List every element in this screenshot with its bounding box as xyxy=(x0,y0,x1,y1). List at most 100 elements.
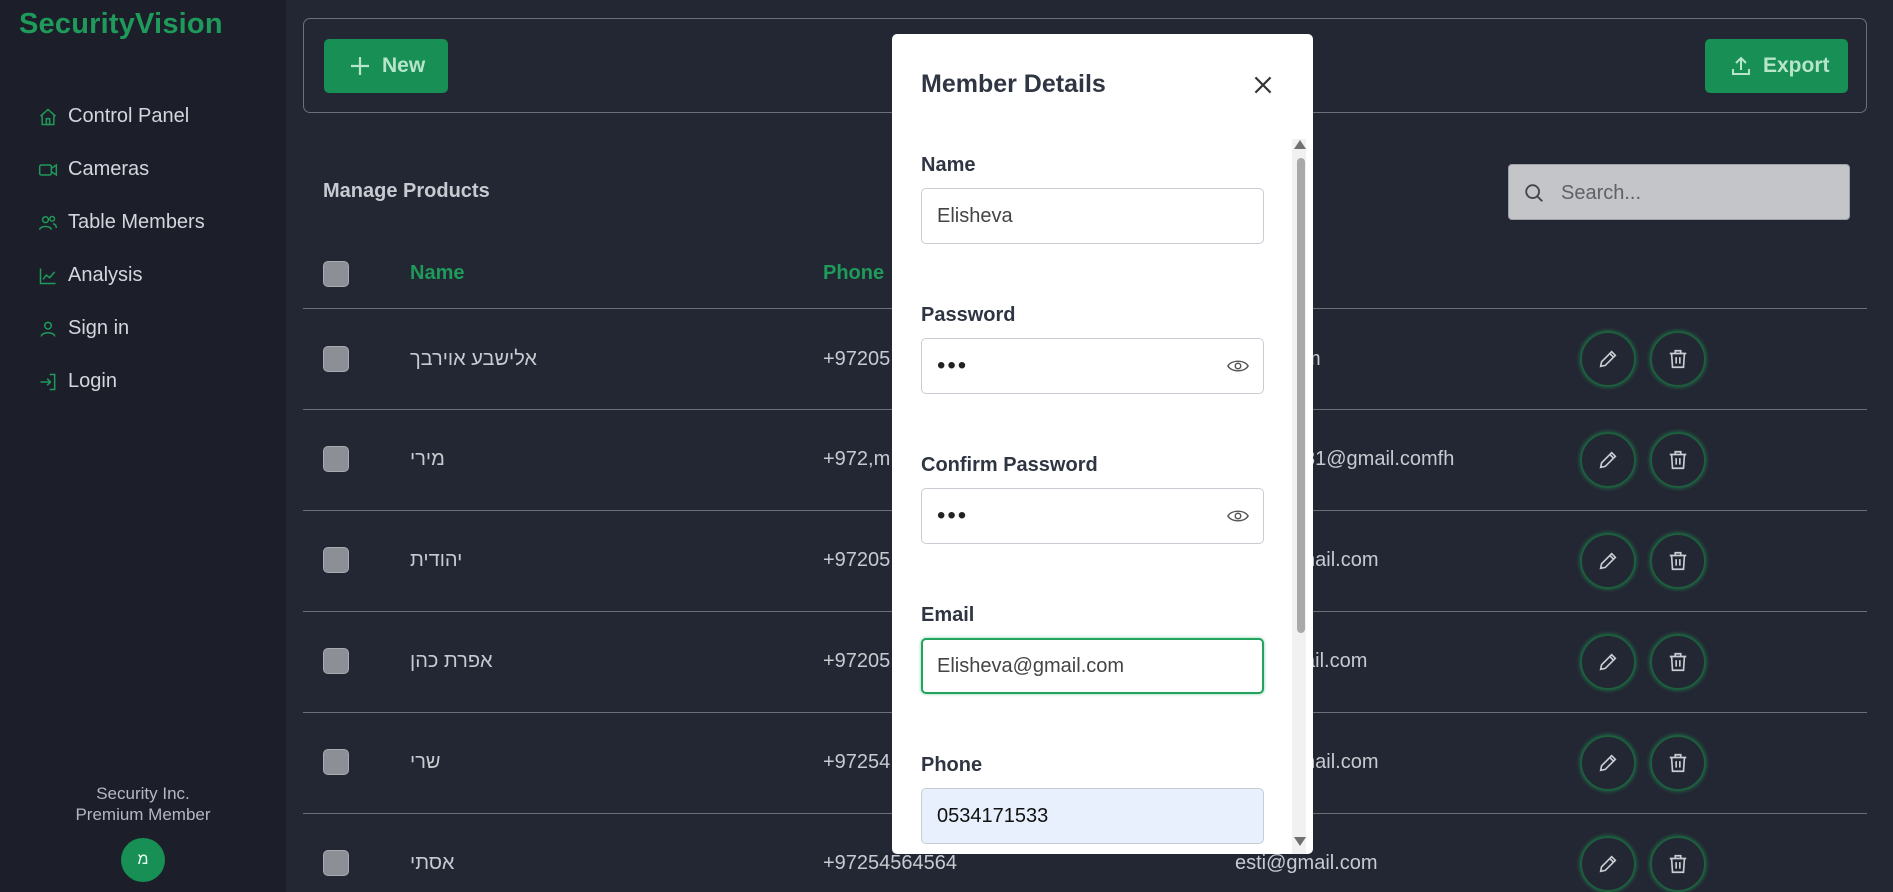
row-email: nail.com xyxy=(1304,751,1379,773)
sidebar-item-label: Analysis xyxy=(68,264,143,286)
row-name: יהודית xyxy=(410,549,463,571)
scroll-down-arrow-icon[interactable] xyxy=(1294,837,1306,846)
pencil-icon xyxy=(1599,350,1617,368)
edit-button[interactable] xyxy=(1580,735,1636,791)
email-field[interactable]: Elisheva@gmail.com xyxy=(921,638,1264,694)
edit-button[interactable] xyxy=(1580,836,1636,892)
search-box[interactable] xyxy=(1508,164,1850,220)
brand-logo[interactable]: SecurityVision xyxy=(19,8,223,41)
sidebar-item-analysis[interactable]: Analysis xyxy=(38,249,205,302)
sidebar-item-label: Table Members xyxy=(68,211,205,233)
sidebar-item-table-members[interactable]: Table Members xyxy=(38,196,205,249)
sidebar-item-sign-in[interactable]: Sign in xyxy=(38,302,205,355)
confirm-password-field[interactable]: ••• xyxy=(921,488,1264,544)
sidebar-item-control-panel[interactable]: Control Panel xyxy=(38,90,205,143)
delete-button[interactable] xyxy=(1650,836,1706,892)
row-name: שרי xyxy=(410,751,441,773)
phone-field-value: 0534171533 xyxy=(937,804,1049,827)
trash-icon xyxy=(1669,854,1687,874)
email-label: Email xyxy=(921,604,975,626)
edit-button[interactable] xyxy=(1580,634,1636,690)
password-label: Password xyxy=(921,304,1016,326)
row-phone: +97205 xyxy=(823,348,891,370)
chart-line-icon xyxy=(39,268,56,284)
search-input[interactable] xyxy=(1559,175,1843,211)
modal-title: Member Details xyxy=(921,70,1106,98)
trash-icon xyxy=(1669,753,1687,773)
name-label: Name xyxy=(921,154,976,176)
pencil-icon xyxy=(1599,855,1617,873)
trash-icon xyxy=(1669,652,1687,672)
row-checkbox[interactable] xyxy=(323,648,349,674)
pencil-icon xyxy=(1599,552,1617,570)
row-email: esti@gmail.com xyxy=(1235,852,1378,874)
name-field-value: Elisheva xyxy=(937,204,1013,227)
sidebar: SecurityVision Control Panel Cameras Tab… xyxy=(0,0,286,892)
login-icon xyxy=(40,373,56,390)
home-icon xyxy=(40,107,56,125)
sidebar-nav: Control Panel Cameras Table Members Anal… xyxy=(38,90,205,408)
delete-button[interactable] xyxy=(1650,533,1706,589)
row-checkbox[interactable] xyxy=(323,446,349,472)
row-phone: +97254564564 xyxy=(823,852,958,874)
row-name: אסתי xyxy=(410,852,455,874)
confirm-password-field-value: ••• xyxy=(937,502,969,529)
scroll-up-arrow-icon[interactable] xyxy=(1294,140,1306,149)
delete-button[interactable] xyxy=(1650,432,1706,488)
phone-label: Phone xyxy=(921,754,983,776)
plus-icon xyxy=(351,57,369,75)
confirm-password-label: Confirm Password xyxy=(921,454,1098,476)
eye-icon[interactable] xyxy=(1227,357,1249,375)
avatar[interactable]: מ xyxy=(121,838,165,882)
close-icon[interactable] xyxy=(1250,72,1276,98)
row-name: אפרת כהן xyxy=(410,650,493,672)
pencil-icon xyxy=(1599,754,1617,772)
name-field[interactable]: Elisheva xyxy=(921,188,1264,244)
row-checkbox[interactable] xyxy=(323,547,349,573)
export-button[interactable]: Export xyxy=(1705,39,1848,93)
row-email: 31@gmail.comfh xyxy=(1304,448,1455,470)
trash-icon xyxy=(1669,450,1687,470)
row-phone: +972,m xyxy=(823,448,891,470)
column-header-name[interactable]: Name xyxy=(410,262,464,285)
pencil-icon xyxy=(1599,653,1617,671)
password-field-value: ••• xyxy=(937,352,969,379)
column-header-phone[interactable]: Phone xyxy=(823,262,884,285)
search-icon xyxy=(1525,184,1543,202)
row-checkbox[interactable] xyxy=(323,346,349,372)
sidebar-item-login[interactable]: Login xyxy=(38,355,205,408)
edit-button[interactable] xyxy=(1580,432,1636,488)
sidebar-footer: Security Inc. Premium Member xyxy=(0,783,286,825)
new-button[interactable]: New xyxy=(324,39,448,93)
sidebar-item-label: Sign in xyxy=(68,317,130,339)
sidebar-item-cameras[interactable]: Cameras xyxy=(38,143,205,196)
row-checkbox[interactable] xyxy=(323,850,349,876)
eye-icon[interactable] xyxy=(1227,507,1249,525)
password-field[interactable]: ••• xyxy=(921,338,1264,394)
sidebar-item-label: Cameras xyxy=(68,158,150,180)
membership-label: Premium Member xyxy=(75,805,211,824)
trash-icon xyxy=(1669,349,1687,369)
upload-icon xyxy=(1732,56,1750,75)
select-all-checkbox[interactable] xyxy=(323,261,349,287)
delete-button[interactable] xyxy=(1650,735,1706,791)
scrollbar-thumb[interactable] xyxy=(1297,158,1305,633)
member-details-modal: Member Details Name Elisheva Password ••… xyxy=(892,34,1313,854)
edit-button[interactable] xyxy=(1580,533,1636,589)
edit-button[interactable] xyxy=(1580,331,1636,387)
row-phone: +97254 xyxy=(823,751,891,773)
row-email: ail.com xyxy=(1304,650,1368,672)
company-name: Security Inc. xyxy=(96,784,190,803)
sidebar-item-label: Control Panel xyxy=(68,105,190,127)
email-field-value: Elisheva@gmail.com xyxy=(937,654,1125,677)
row-name: מירי xyxy=(410,448,445,470)
row-name: אלישבע אוירבך xyxy=(410,348,537,370)
row-email: nail.com xyxy=(1304,549,1379,571)
row-phone: +97205 xyxy=(823,650,891,672)
page-title: Manage Products xyxy=(323,180,490,202)
sidebar-item-label: Login xyxy=(68,370,117,392)
phone-field[interactable]: 0534171533 xyxy=(921,788,1264,844)
delete-button[interactable] xyxy=(1650,331,1706,387)
delete-button[interactable] xyxy=(1650,634,1706,690)
row-checkbox[interactable] xyxy=(323,749,349,775)
